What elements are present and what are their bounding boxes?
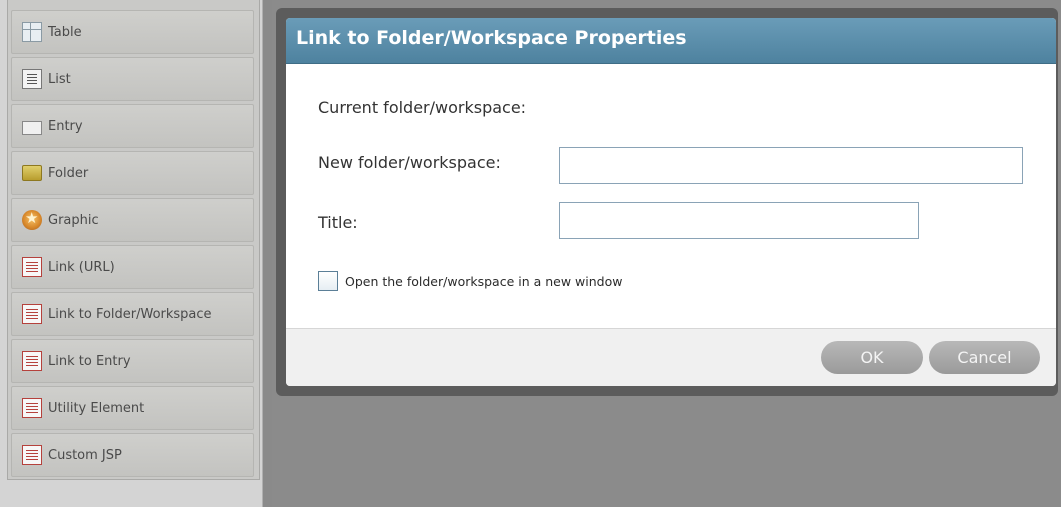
dialog-footer: OK Cancel	[286, 328, 1056, 386]
title-input[interactable]	[559, 202, 919, 239]
form-icon	[22, 351, 42, 371]
new-window-checkbox-label: Open the folder/workspace in a new windo…	[345, 274, 623, 289]
form-icon	[22, 257, 42, 277]
title-label: Title:	[318, 213, 358, 232]
form-icon	[22, 304, 42, 324]
palette-item-table[interactable]: Table	[11, 10, 254, 54]
palette-item-label: Table	[48, 24, 82, 40]
form-icon	[22, 398, 42, 418]
graphic-icon	[22, 209, 42, 230]
palette-item-label: Folder	[48, 165, 89, 181]
palette-item-label: Graphic	[48, 212, 99, 228]
palette-item-graphic[interactable]: Graphic	[11, 198, 254, 242]
new-folder-label: New folder/workspace:	[318, 153, 501, 172]
palette-item-folder[interactable]: Folder	[11, 151, 254, 195]
palette-item-custom-jsp[interactable]: Custom JSP	[11, 433, 254, 477]
dialog-header: Link to Folder/Workspace Properties	[286, 18, 1056, 64]
palette-panel: Table List Entry Folder Graphic Link (UR…	[0, 0, 263, 507]
entry-icon	[22, 120, 42, 135]
current-folder-label: Current folder/workspace:	[318, 98, 527, 117]
palette-item-label: Link to Folder/Workspace	[48, 306, 212, 322]
table-icon	[22, 22, 42, 42]
palette-item-label: Link (URL)	[48, 259, 115, 275]
link-properties-dialog: Link to Folder/Workspace Properties Curr…	[286, 18, 1056, 386]
palette-item-entry[interactable]: Entry	[11, 104, 254, 148]
folder-icon	[22, 165, 42, 181]
palette-item-list[interactable]: List	[11, 57, 254, 101]
palette-item-link-url[interactable]: Link (URL)	[11, 245, 254, 289]
palette-item-label: Link to Entry	[48, 353, 131, 369]
palette-item-link-entry[interactable]: Link to Entry	[11, 339, 254, 383]
ok-button[interactable]: OK	[821, 341, 923, 374]
form-icon	[22, 445, 42, 465]
palette-item-link-folder-workspace[interactable]: Link to Folder/Workspace	[11, 292, 254, 336]
palette-item-label: List	[48, 71, 71, 87]
palette-item-label: Entry	[48, 118, 83, 134]
palette-item-label: Utility Element	[48, 400, 145, 416]
palette-item-utility-element[interactable]: Utility Element	[11, 386, 254, 430]
cancel-button[interactable]: Cancel	[929, 341, 1040, 374]
dialog-title: Link to Folder/Workspace Properties	[296, 27, 687, 49]
palette-item-label: Custom JSP	[48, 447, 122, 463]
new-window-checkbox[interactable]	[318, 271, 338, 291]
list-icon	[22, 69, 42, 89]
new-folder-input[interactable]	[559, 147, 1023, 184]
